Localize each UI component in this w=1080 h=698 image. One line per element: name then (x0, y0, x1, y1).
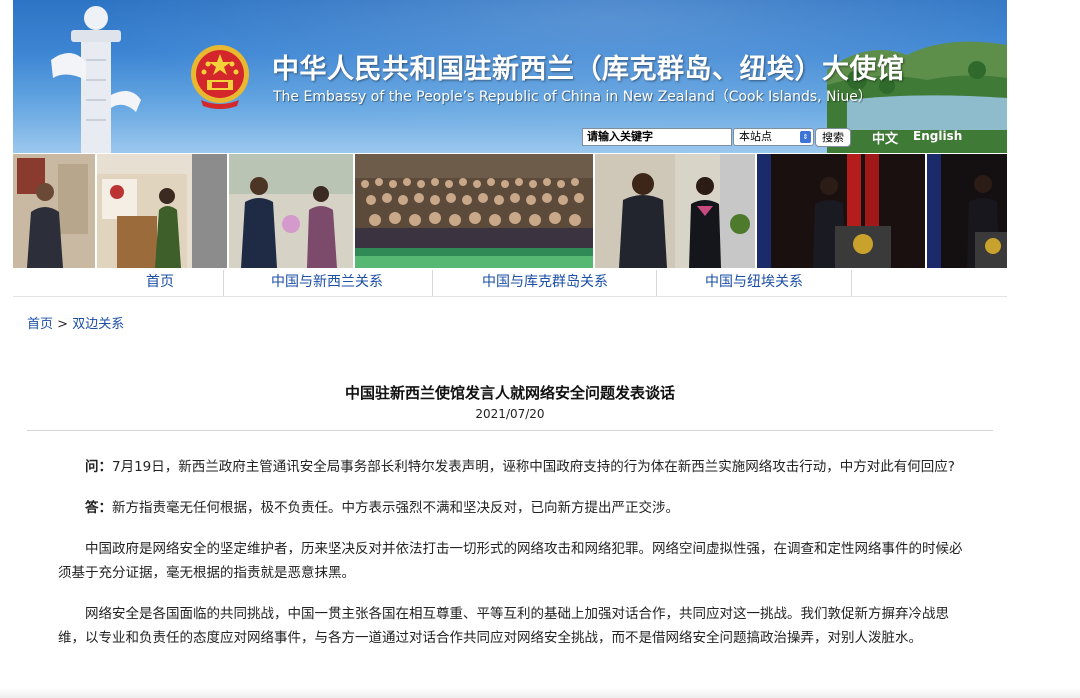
breadcrumb-current-link[interactable]: 双边关系 (72, 317, 124, 332)
paragraph-text: 7月19日，新西兰政府主管通讯安全局事务部长利特尔发表声明，诬称中国政府支持的行… (112, 459, 955, 475)
huabiao-pillar-icon (51, 6, 141, 153)
search-input[interactable]: 请输入关键字 (582, 128, 732, 146)
paragraph-text: 新方指责毫无任何根据，极不负责任。中方表示强烈不满和坚决反对，已向新方提出严正交… (112, 500, 679, 516)
article-date: 2021/07/20 (475, 407, 545, 421)
embassy-title-cn: 中华人民共和国驻新西兰（库克群岛、纽埃）大使馆 (272, 54, 905, 85)
article-title: 中国驻新西兰使馆发言人就网络安全问题发表谈话 (344, 384, 675, 402)
national-emblem-icon (191, 45, 249, 109)
photo-greeting (229, 154, 353, 268)
nav-item-china-cook-islands[interactable]: 中国与库克群岛关系 (437, 268, 653, 296)
question-lead: 问： (85, 459, 112, 475)
article-divider (27, 430, 993, 431)
article-paragraph: 中国政府是网络安全的坚定维护者，历来坚决反对并依法打击一切形式的网络攻击和网络犯… (58, 537, 968, 585)
nav-item-home[interactable]: 首页 (100, 268, 220, 296)
photo-ambassador-speech (927, 154, 1007, 268)
nav-item-china-nz[interactable]: 中国与新西兰关系 (227, 268, 427, 296)
breadcrumb-separator: > (53, 317, 73, 332)
search-button[interactable]: 搜索 (815, 128, 851, 147)
lang-en-link[interactable]: English (913, 129, 962, 143)
breadcrumb: 首页 > 双边关系 (27, 313, 124, 332)
nav-divider (851, 270, 852, 296)
chevron-updown-icon: ⇕ (800, 131, 811, 143)
photo-official-portrait (13, 154, 95, 268)
nav-divider (223, 270, 224, 296)
article-body: 问：7月19日，新西兰政府主管通讯安全局事务部长利特尔发表声明，诬称中国政府支持… (58, 455, 968, 667)
article-paragraph: 答：新方指责毫无任何根据，极不负责任。中方表示强烈不满和坚决反对，已向新方提出严… (58, 496, 968, 520)
breadcrumb-home-link[interactable]: 首页 (27, 317, 53, 332)
page-bottom-edge (0, 688, 1080, 698)
nav-divider (432, 270, 433, 296)
header-banner: 中华人民共和国驻新西兰（库克群岛、纽埃）大使馆 The Embassy of t… (13, 0, 1007, 153)
scope-select[interactable]: 本站点 ⇕ (733, 128, 814, 146)
answer-lead: 答： (85, 500, 112, 516)
embassy-title-en: The Embassy of the People’s Republic of … (273, 89, 872, 105)
scope-select-value: 本站点 (739, 130, 772, 143)
photo-speaker-podium (97, 154, 227, 268)
photo-ambassador-podium (757, 154, 925, 268)
article-paragraph: 网络安全是各国面临的共同挑战，中国一贯主张各国在相互尊重、平等互利的基础上加强对… (58, 602, 968, 650)
main-nav: 首页 中国与新西兰关系 中国与库克群岛关系 中国与纽埃关系 (13, 268, 1007, 297)
paragraph-text: 中国政府是网络安全的坚定维护者，历来坚决反对并依法打击一切形式的网络攻击和网络犯… (58, 541, 963, 581)
paragraph-text: 网络安全是各国面临的共同挑战，中国一贯主张各国在相互尊重、平等互利的基础上加强对… (58, 606, 949, 646)
photo-two-officials (595, 154, 755, 268)
photo-strip (13, 154, 1007, 268)
nav-divider (656, 270, 657, 296)
lang-cn-link[interactable]: 中文 (872, 128, 898, 147)
nav-item-china-niue[interactable]: 中国与纽埃关系 (661, 268, 847, 296)
article-paragraph: 问：7月19日，新西兰政府主管通讯安全局事务部长利特尔发表声明，诬称中国政府支持… (58, 455, 968, 479)
photo-group (355, 154, 593, 268)
